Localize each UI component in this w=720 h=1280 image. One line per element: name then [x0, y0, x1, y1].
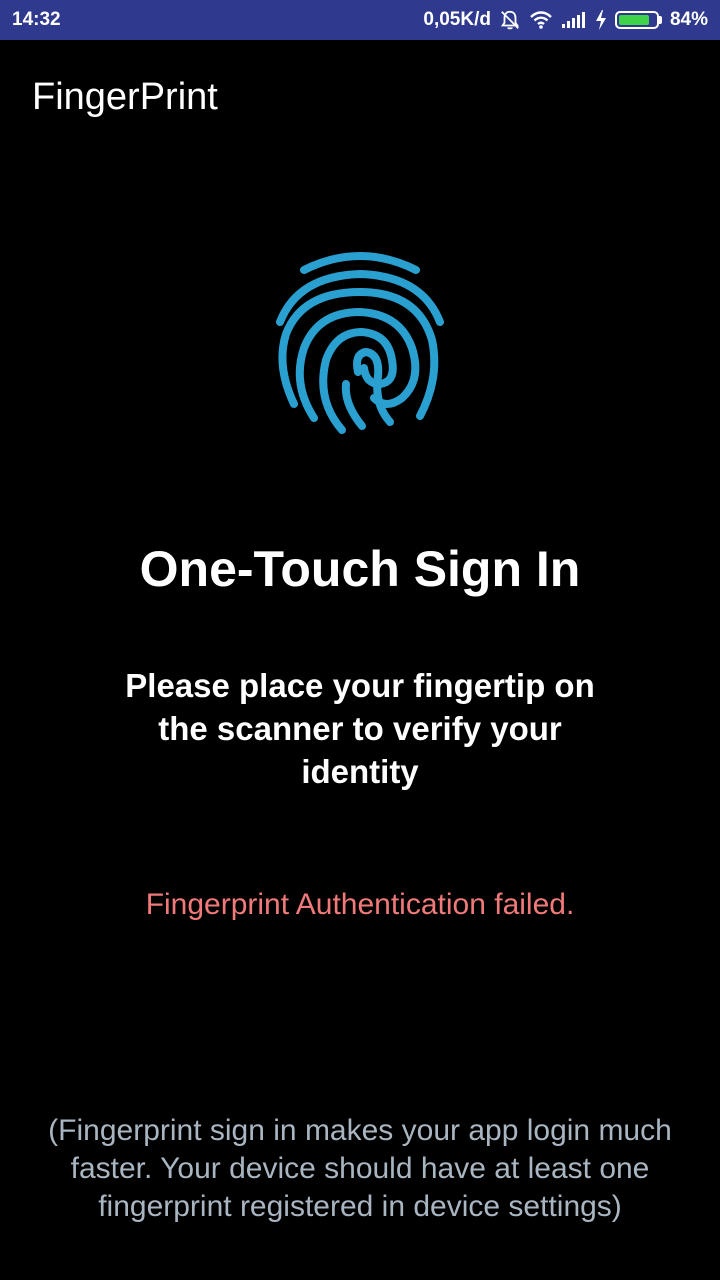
screen: 14:32 0,05K/d 84% FingerPrint One-Touch …: [0, 0, 720, 1280]
instruction-text: Please place your fingertip on the scann…: [125, 667, 595, 790]
signal-icon: [561, 11, 587, 29]
sign-in-heading: One-Touch Sign In: [139, 541, 581, 597]
mute-bell-icon: [499, 9, 521, 31]
app-title: FingerPrint: [32, 76, 218, 118]
wifi-icon: [529, 10, 553, 30]
status-bar: 14:32 0,05K/d 84%: [0, 0, 720, 40]
battery-icon: [614, 11, 662, 29]
status-icons: 0,05K/d 84%: [423, 9, 708, 31]
footnote-text: (Fingerprint sign in makes your app logi…: [48, 1114, 672, 1223]
network-speed: 0,05K/d: [423, 9, 491, 30]
charging-icon: [595, 10, 607, 30]
app-bar: FingerPrint: [0, 40, 720, 152]
fingerprint-icon: [276, 252, 444, 434]
status-time: 14:32: [12, 9, 61, 30]
error-message: Fingerprint Authentication failed.: [145, 888, 575, 921]
battery-level-fill: [618, 15, 650, 25]
battery-percent: 84%: [669, 9, 708, 30]
